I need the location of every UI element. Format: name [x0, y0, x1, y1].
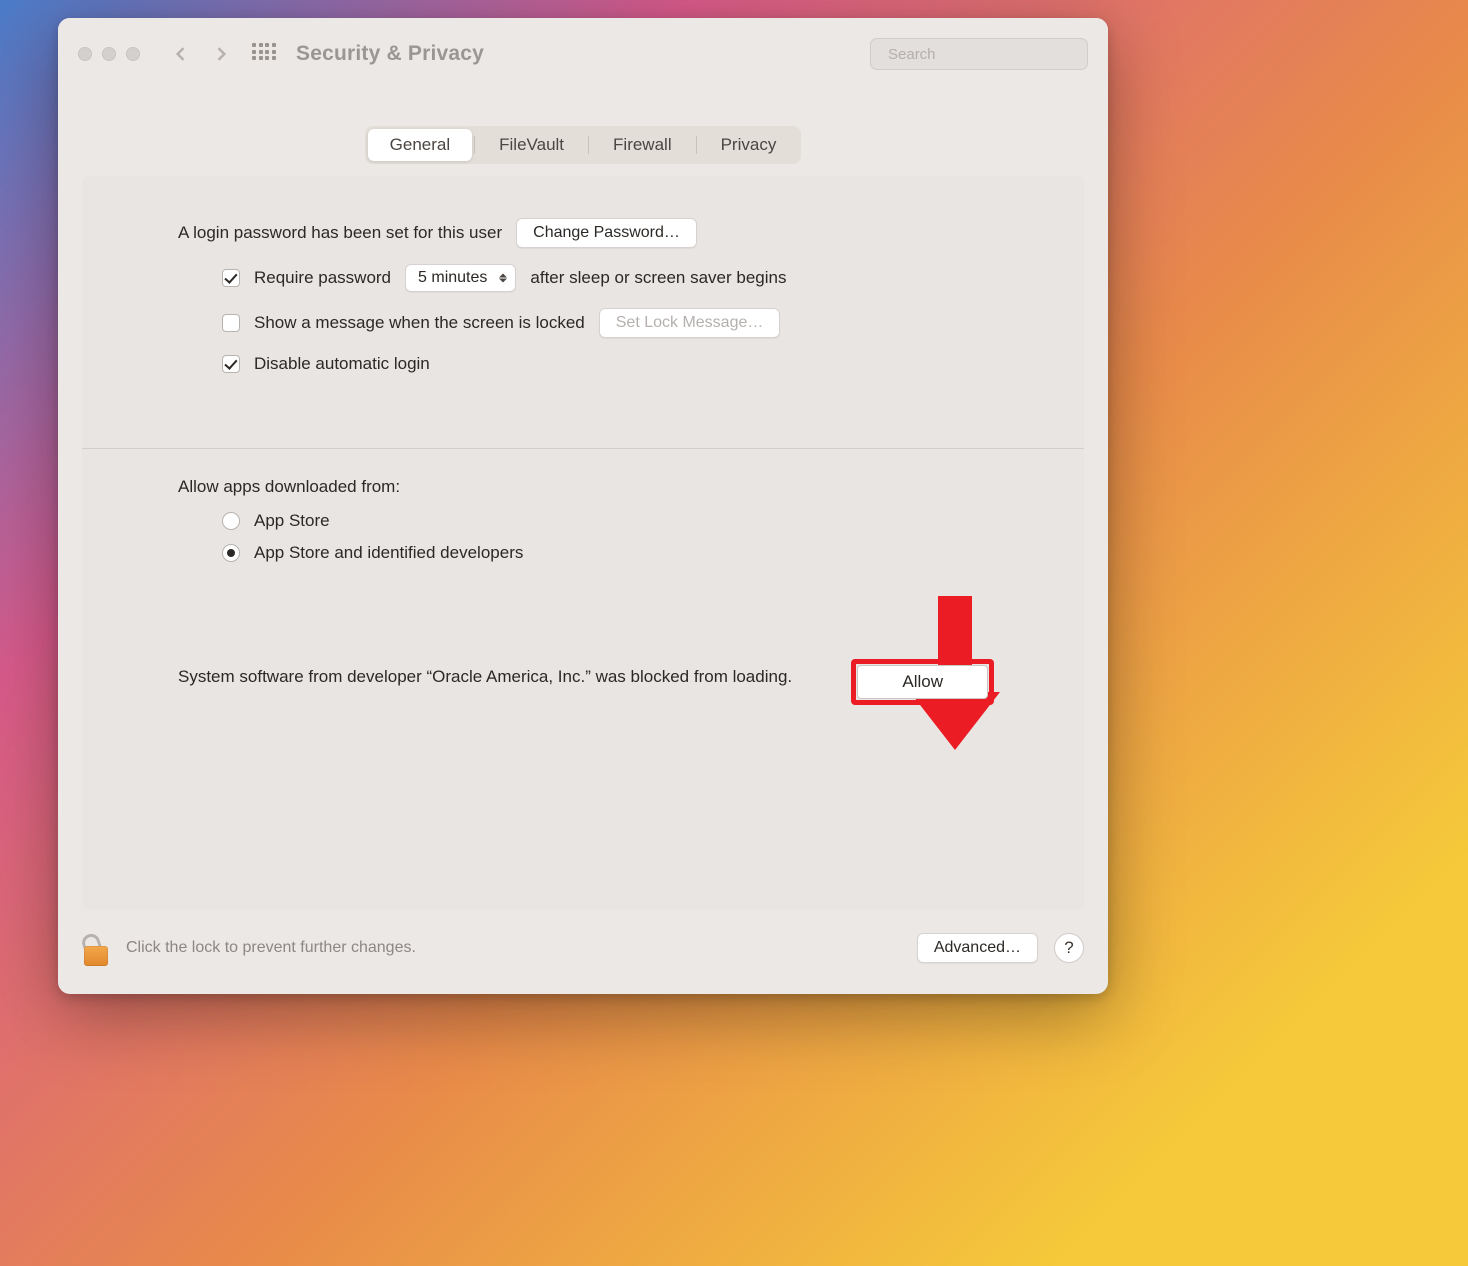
- forward-button[interactable]: [208, 41, 234, 67]
- window-controls: [78, 47, 140, 61]
- tab-general[interactable]: General: [368, 129, 472, 161]
- disable-auto-login-label: Disable automatic login: [254, 354, 430, 374]
- close-window-button[interactable]: [78, 47, 92, 61]
- require-password-delay-value: 5 minutes: [418, 269, 487, 286]
- chevron-updown-icon: [499, 274, 507, 283]
- radio-identified-developers[interactable]: [222, 544, 240, 562]
- show-lock-message-label: Show a message when the screen is locked: [254, 313, 585, 333]
- zoom-window-button[interactable]: [126, 47, 140, 61]
- search-input[interactable]: [888, 46, 1087, 63]
- advanced-button[interactable]: Advanced…: [917, 933, 1038, 963]
- allow-apps-heading: Allow apps downloaded from:: [178, 477, 400, 497]
- allow-button[interactable]: Allow: [857, 665, 988, 699]
- tab-privacy[interactable]: Privacy: [699, 129, 799, 161]
- change-password-button[interactable]: Change Password…: [516, 218, 697, 248]
- back-button[interactable]: [168, 41, 194, 67]
- minimize-window-button[interactable]: [102, 47, 116, 61]
- require-password-suffix: after sleep or screen saver begins: [530, 268, 786, 288]
- require-password-label: Require password: [254, 268, 391, 288]
- tab-filevault[interactable]: FileVault: [477, 129, 586, 161]
- tab-firewall[interactable]: Firewall: [591, 129, 694, 161]
- divider: [82, 448, 1084, 449]
- blocked-software-message: System software from developer “Oracle A…: [178, 665, 792, 690]
- show-lock-message-checkbox[interactable]: [222, 314, 240, 332]
- login-password-set-label: A login password has been set for this u…: [178, 223, 502, 243]
- search-field-wrap[interactable]: [870, 38, 1088, 70]
- lock-hint-label: Click the lock to prevent further change…: [126, 939, 901, 957]
- require-password-delay-select[interactable]: 5 minutes: [405, 264, 516, 292]
- toolbar: Security & Privacy: [58, 18, 1108, 90]
- radio-app-store[interactable]: [222, 512, 240, 530]
- disable-auto-login-checkbox[interactable]: [222, 355, 240, 373]
- require-password-checkbox[interactable]: [222, 269, 240, 287]
- tabs: General FileVault Firewall Privacy: [365, 126, 802, 164]
- general-panel: A login password has been set for this u…: [82, 176, 1084, 910]
- help-button[interactable]: ?: [1054, 933, 1084, 963]
- set-lock-message-button: Set Lock Message…: [599, 308, 781, 338]
- tabs-row: General FileVault Firewall Privacy: [58, 90, 1108, 164]
- window-title: Security & Privacy: [296, 42, 484, 66]
- footer: Click the lock to prevent further change…: [58, 910, 1108, 994]
- security-privacy-window: Security & Privacy General FileVault Fir…: [58, 18, 1108, 994]
- lock-icon[interactable]: [82, 930, 110, 966]
- radio-identified-developers-label: App Store and identified developers: [254, 543, 523, 563]
- show-all-prefs-button[interactable]: [252, 43, 274, 65]
- radio-app-store-label: App Store: [254, 511, 330, 531]
